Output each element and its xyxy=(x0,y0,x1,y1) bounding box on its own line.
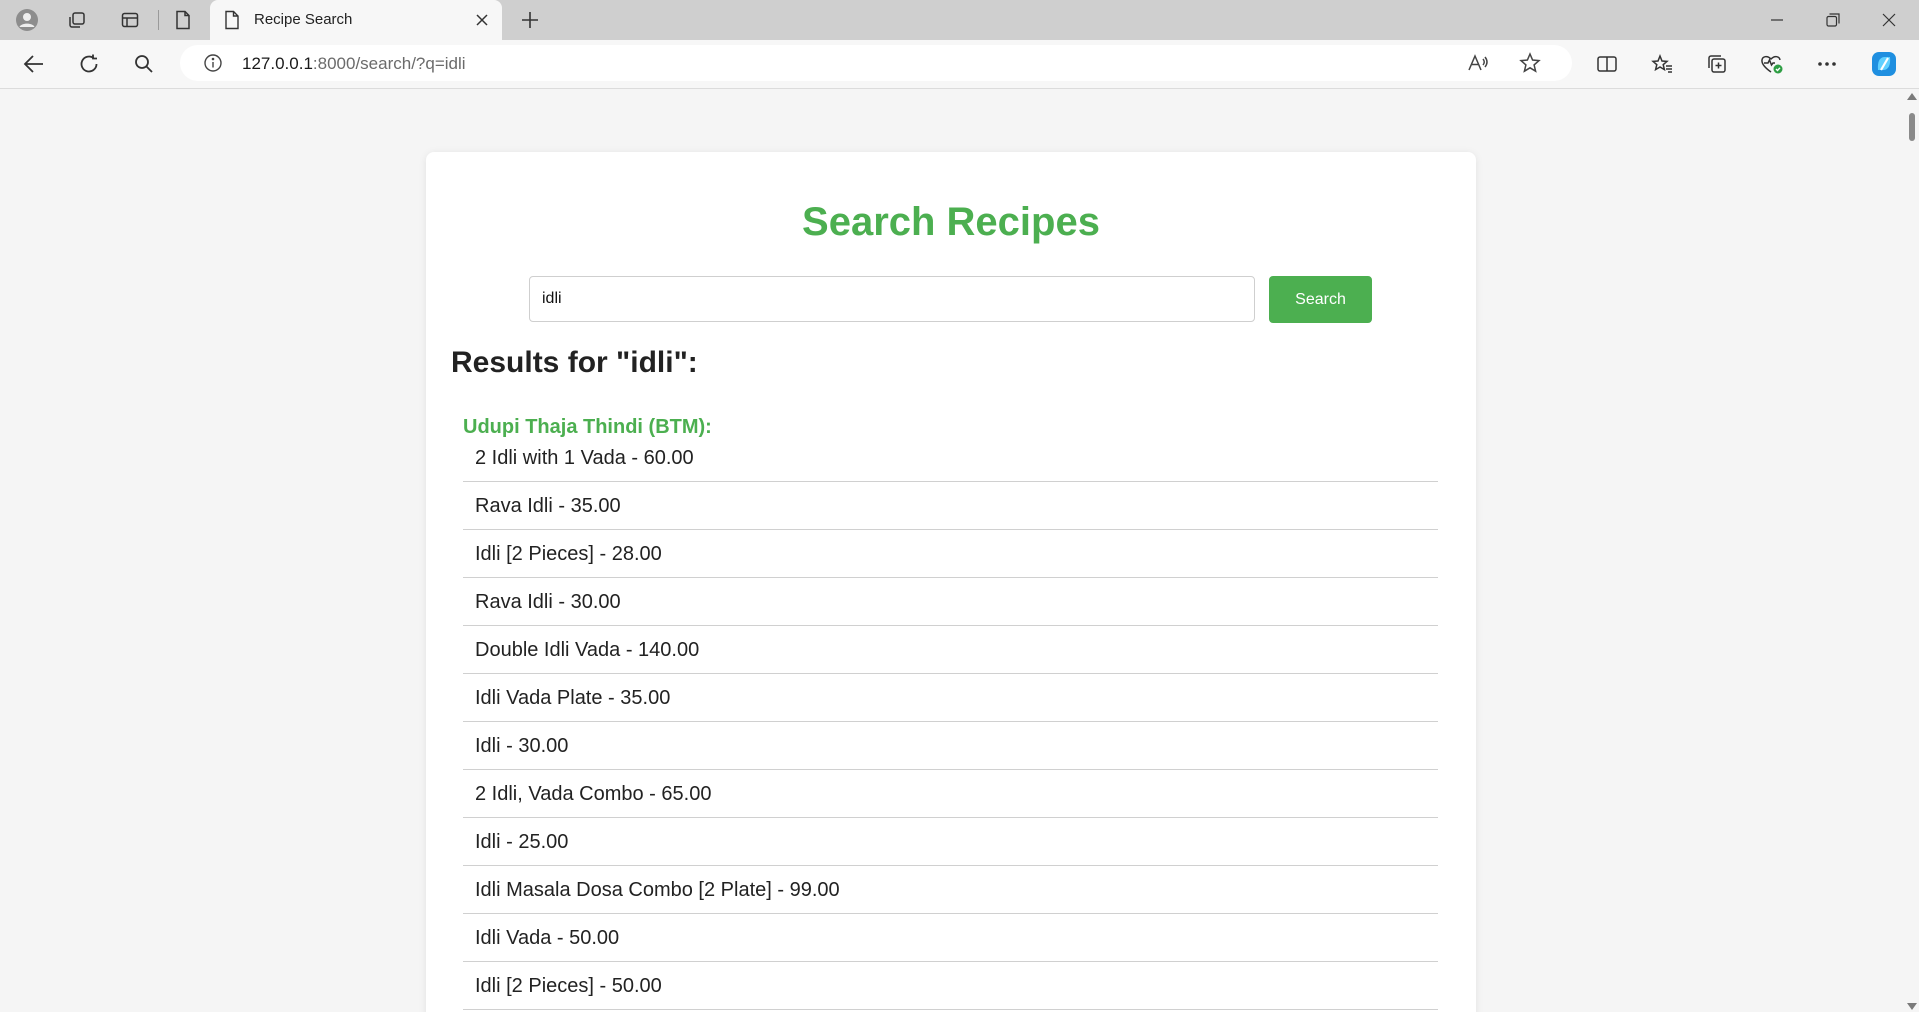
site-info-icon[interactable] xyxy=(198,48,228,78)
browser-toolbar: 127.0.0.1:8000/search/?q=idli xyxy=(0,40,1919,89)
list-item: Idli Masala Dosa Combo [2 Plate] - 99.00 xyxy=(463,866,1438,914)
url-host: 127.0.0.1 xyxy=(242,54,313,73)
read-aloud-icon[interactable] xyxy=(1463,48,1493,78)
scroll-down-icon[interactable] xyxy=(1907,1003,1917,1010)
list-item: Idli - 30.00 xyxy=(463,722,1438,770)
search-icon[interactable] xyxy=(127,48,161,80)
back-button[interactable] xyxy=(17,48,51,80)
page-title: Search Recipes xyxy=(802,200,1100,244)
vertical-tabs-icon[interactable] xyxy=(115,5,145,35)
url-path: :8000/search/?q=idli xyxy=(312,54,466,73)
list-item: Idli Vada Plate - 35.00 xyxy=(463,674,1438,722)
profile-icon[interactable] xyxy=(12,5,42,35)
address-bar[interactable]: 127.0.0.1:8000/search/?q=idli xyxy=(180,45,1572,81)
tab-strip: Recipe Search xyxy=(0,0,1919,40)
search-button[interactable]: Search xyxy=(1269,276,1372,323)
search-input[interactable] xyxy=(529,276,1255,322)
copilot-icon[interactable] xyxy=(1868,48,1900,80)
list-item: Rava Idli - 30.00 xyxy=(463,578,1438,626)
favorites-icon[interactable] xyxy=(1645,48,1679,80)
list-item: Double Idli Vada - 140.00 xyxy=(463,626,1438,674)
tab-recipe-search[interactable]: Recipe Search xyxy=(210,0,502,40)
page-viewport: Search Recipes Search Results for "idli"… xyxy=(0,89,1905,1012)
collections-icon[interactable] xyxy=(1700,48,1734,80)
close-window-button[interactable] xyxy=(1862,0,1916,40)
list-item: 2 Idli, Vada Combo - 65.00 xyxy=(463,770,1438,818)
settings-more-icon[interactable] xyxy=(1810,48,1844,80)
close-tab-icon[interactable] xyxy=(470,8,494,32)
tab-separator xyxy=(158,10,159,30)
url-text[interactable]: 127.0.0.1:8000/search/?q=idli xyxy=(242,54,466,74)
browser-essentials-icon[interactable] xyxy=(1755,48,1789,80)
list-item: Idli - 25.00 xyxy=(463,818,1438,866)
list-item: Idli [2 Pieces] - 50.00 xyxy=(463,962,1438,1010)
favorite-star-icon[interactable] xyxy=(1515,48,1545,78)
recipe-list: 2 Idli with 1 Vada - 60.00 Rava Idli - 3… xyxy=(463,434,1438,1010)
page-scrollbar[interactable] xyxy=(1905,89,1919,1012)
split-screen-icon[interactable] xyxy=(1590,48,1624,80)
tab-title: Recipe Search xyxy=(254,11,353,28)
search-container: Search Recipes Search Results for "idli"… xyxy=(426,152,1476,1012)
minimize-button[interactable] xyxy=(1750,0,1804,40)
restore-button[interactable] xyxy=(1806,0,1860,40)
scroll-up-icon[interactable] xyxy=(1907,93,1917,100)
tab-page-icon xyxy=(224,10,240,35)
new-tab-icon[interactable] xyxy=(515,5,545,35)
workspaces-icon[interactable] xyxy=(62,5,92,35)
list-item: Idli [2 Pieces] - 28.00 xyxy=(463,530,1438,578)
list-item: Rava Idli - 35.00 xyxy=(463,482,1438,530)
results-heading: Results for "idli": xyxy=(451,346,698,379)
list-item: Idli Vada - 50.00 xyxy=(463,914,1438,962)
page-icon[interactable] xyxy=(168,5,198,35)
refresh-button[interactable] xyxy=(72,48,106,80)
list-item: 2 Idli with 1 Vada - 60.00 xyxy=(463,434,1438,482)
scroll-thumb[interactable] xyxy=(1909,113,1915,141)
